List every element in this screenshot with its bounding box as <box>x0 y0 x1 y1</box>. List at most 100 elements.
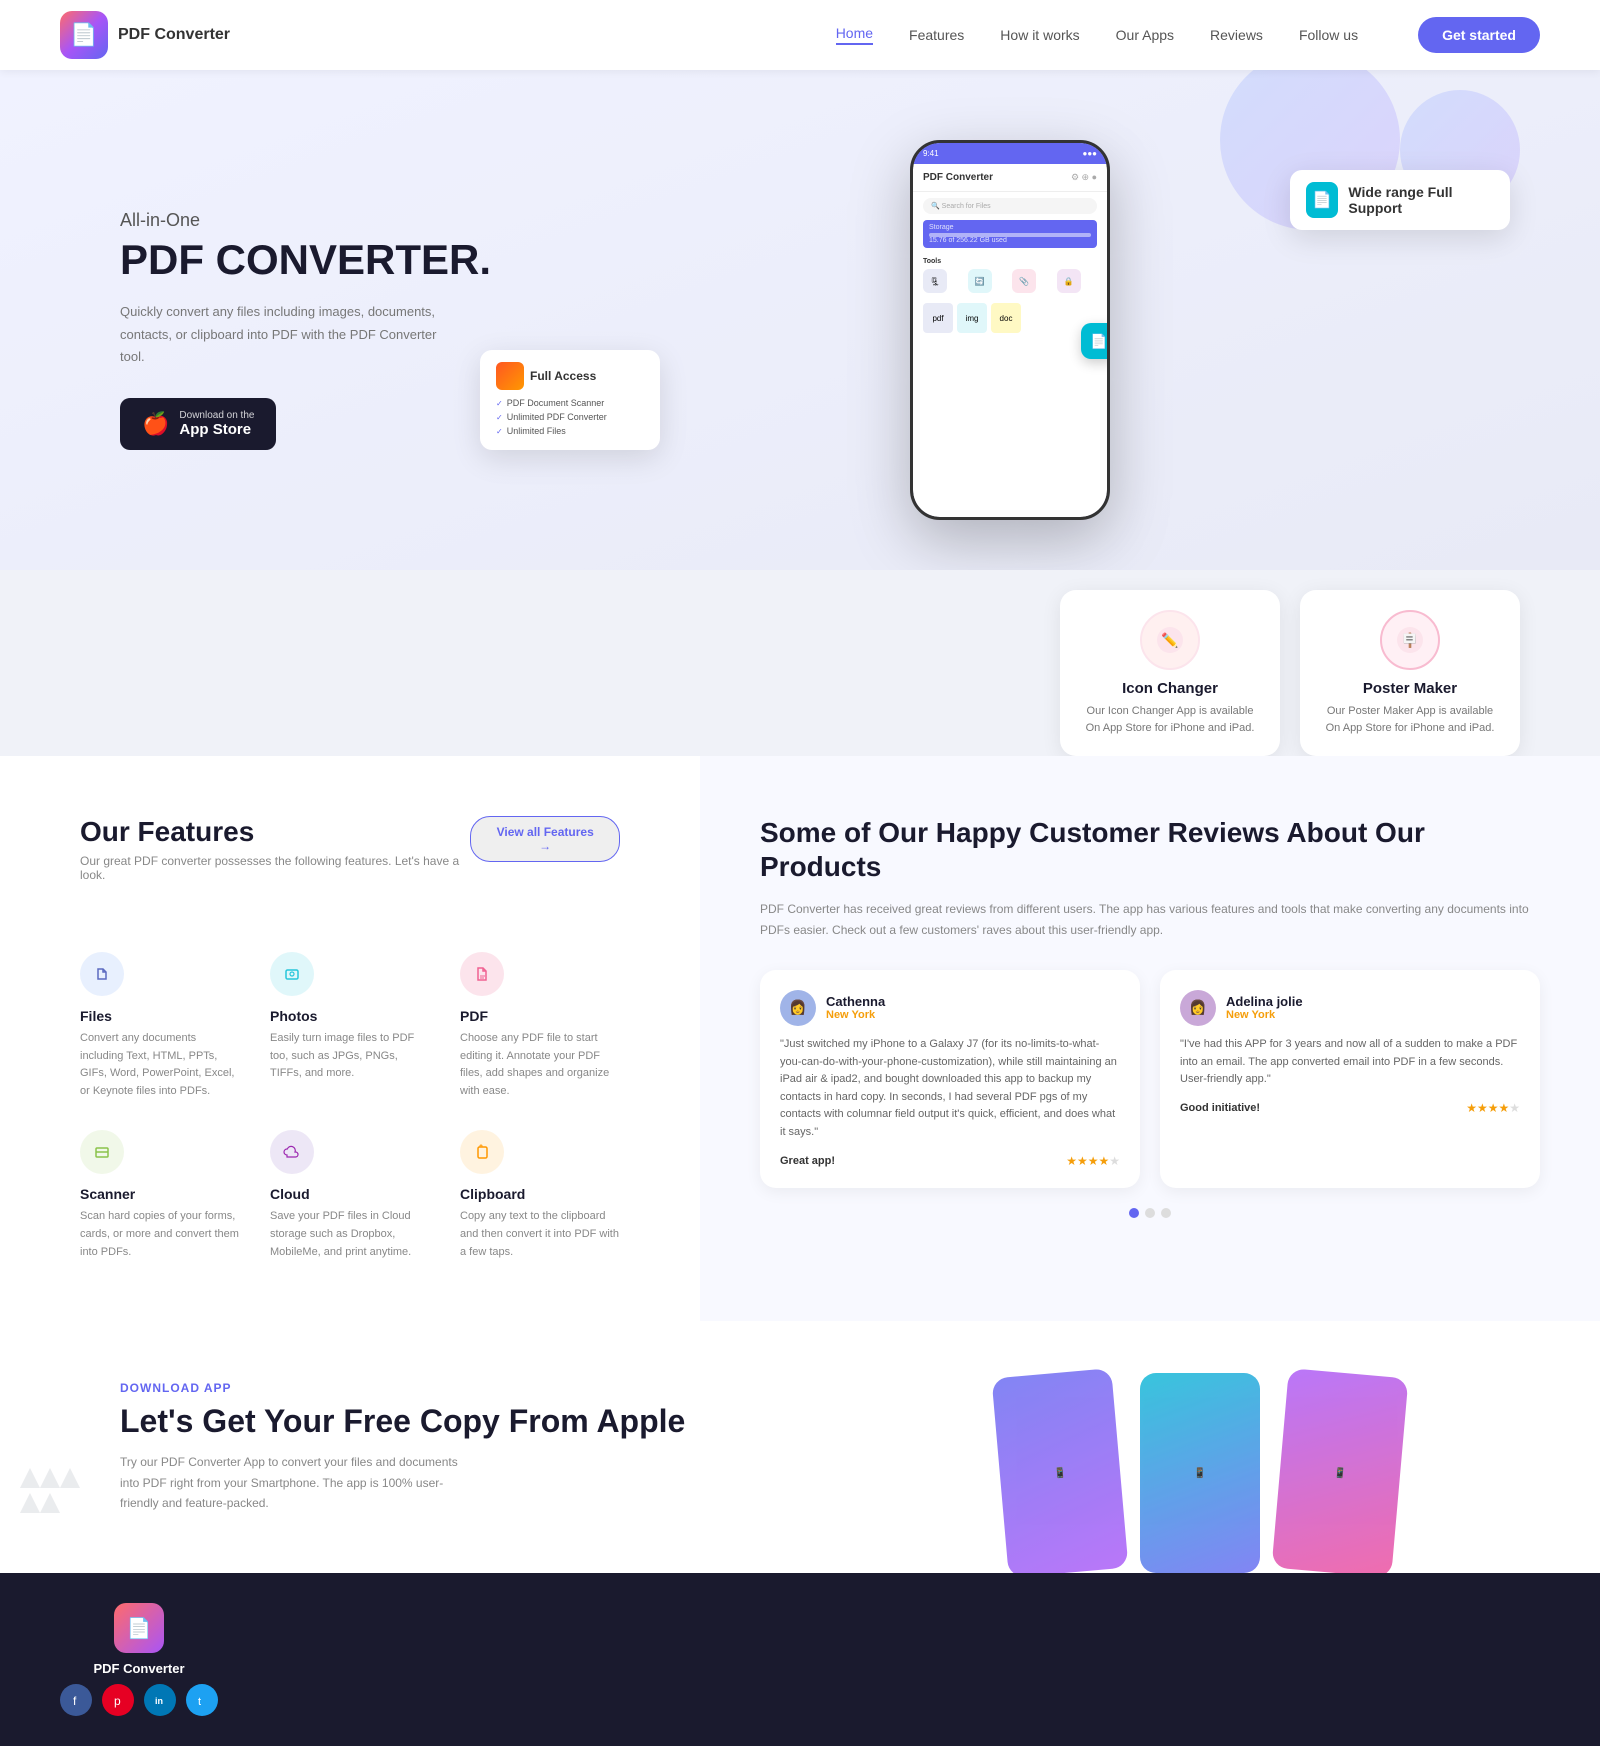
review-card-adelina: 👩 Adelina jolie New York "I've had this … <box>1160 970 1540 1188</box>
navigation: 📄 PDF Converter Home Features How it wor… <box>0 0 1600 70</box>
nav-link-home[interactable]: Home <box>836 25 873 45</box>
dot-1[interactable] <box>1129 1208 1139 1218</box>
phone-app-title: PDF Converter <box>923 172 993 183</box>
phone-icon-grid: 🗜 🔄 📎 🔒 <box>923 269 1097 293</box>
features-title-group: Our Features Our great PDF converter pos… <box>80 816 470 922</box>
poster-maker-icon: 🪧 <box>1380 610 1440 670</box>
download-phones: 📱 📱 📱 <box>1000 1373 1400 1573</box>
poster-maker-name: Poster Maker <box>1320 680 1500 697</box>
features-header: Our Features Our great PDF converter pos… <box>80 816 620 922</box>
phone-tools: Tools 🗜 🔄 📎 🔒 <box>913 252 1107 299</box>
download-content: DOWNLOAD APP Let's Get Your Free Copy Fr… <box>120 1381 685 1513</box>
svg-text:f: f <box>73 1694 77 1708</box>
icon-changer-name: Icon Changer <box>1080 680 1260 697</box>
dot-2[interactable] <box>1145 1208 1155 1218</box>
nav-link-apps[interactable]: Our Apps <box>1116 27 1174 43</box>
social-twitter[interactable]: t <box>186 1684 218 1716</box>
floating-wide-support: 📄 Wide range Full Support <box>1290 170 1510 230</box>
feature-photos: Photos Easily turn image files to PDF to… <box>270 952 430 1100</box>
feature-pdf-name: PDF <box>460 1008 620 1024</box>
phone-icon-lock: 🔒 <box>1057 269 1081 293</box>
reviewer-adelina-location: New York <box>1226 1009 1303 1021</box>
adelina-label: Good initiative! <box>1180 1102 1260 1114</box>
fa-item-1: ✓PDF Document Scanner <box>496 396 644 410</box>
feature-clipboard-icon <box>460 1130 504 1174</box>
reviews-grid: 👩 Cathenna New York "Just switched my iP… <box>760 970 1540 1188</box>
feature-scanner-icon <box>80 1130 124 1174</box>
floating-full-access: Full Access ✓PDF Document Scanner ✓Unlim… <box>480 350 660 450</box>
hero-content: All-in-One PDF CONVERTER. Quickly conver… <box>120 210 500 449</box>
review-card-cathenna: 👩 Cathenna New York "Just switched my iP… <box>760 970 1140 1188</box>
reviews-panel: Some of Our Happy Customer Reviews About… <box>700 756 1600 1321</box>
features-panel: Our Features Our great PDF converter pos… <box>0 756 700 1321</box>
nav-links: Home Features How it works Our Apps Revi… <box>836 17 1540 53</box>
phone-search-bar: 🔍 Search for Files <box>923 198 1097 214</box>
feature-photos-icon <box>270 952 314 996</box>
svg-text:p: p <box>114 1694 121 1708</box>
footer-logo-name: PDF Converter <box>93 1661 184 1676</box>
feature-cloud-desc: Save your PDF files in Cloud storage suc… <box>270 1208 430 1261</box>
poster-maker-desc: Our Poster Maker App is available On App… <box>1320 703 1500 736</box>
nav-logo: 📄 PDF Converter <box>60 11 230 59</box>
phone-icon-convert: 🔄 <box>968 269 992 293</box>
phone-file-2: img <box>957 303 987 333</box>
social-facebook[interactable]: f <box>60 1684 92 1716</box>
full-access-icon <box>496 362 524 390</box>
reviewer-cathenna-footer: Great app! ★★★★★ <box>780 1154 1120 1168</box>
reviews-title: Some of Our Happy Customer Reviews About… <box>760 816 1540 883</box>
feature-clipboard-desc: Copy any text to the clipboard and then … <box>460 1208 620 1261</box>
reviews-intro: PDF Converter has received great reviews… <box>760 899 1540 940</box>
reviewer-adelina-info: Adelina jolie New York <box>1226 994 1303 1021</box>
icon-changer-desc: Our Icon Changer App is available On App… <box>1080 703 1260 736</box>
phone-mockup: 9:41●●● PDF Converter ⚙ ⊕ ● 🔍 Search for… <box>910 140 1110 520</box>
phone-settings-icons: ⚙ ⊕ ● <box>1071 172 1097 183</box>
svg-text:t: t <box>198 1696 201 1708</box>
appstore-small: Download on the <box>179 410 254 421</box>
footer-logo-icon: 📄 <box>114 1603 164 1653</box>
phone-storage-bar: Storage 15.76 of 256.22 GB used <box>923 220 1097 248</box>
social-linkedin[interactable]: in <box>144 1684 176 1716</box>
view-all-features-button[interactable]: View all Features → <box>470 816 620 862</box>
footer-logo: 📄 PDF Converter f p in t <box>60 1603 218 1716</box>
fa-item-3: ✓Unlimited Files <box>496 424 644 438</box>
dot-3[interactable] <box>1161 1208 1171 1218</box>
cathenna-stars: ★★★★★ <box>1066 1154 1120 1168</box>
phone-status-bar: 9:41●●● <box>913 143 1107 164</box>
download-phone-2: 📱 <box>1140 1373 1260 1573</box>
features-subtitle: Our great PDF converter possesses the fo… <box>80 854 470 882</box>
svg-text:in: in <box>155 1696 163 1706</box>
download-label: DOWNLOAD APP <box>120 1381 685 1395</box>
nav-link-how[interactable]: How it works <box>1000 27 1079 43</box>
appstore-big: App Store <box>179 421 251 438</box>
feature-photos-name: Photos <box>270 1008 430 1024</box>
wide-support-text: Wide range Full Support <box>1348 184 1494 216</box>
adelina-stars: ★★★★★ <box>1466 1101 1520 1115</box>
feature-pdf-desc: Choose any PDF file to start editing it.… <box>460 1030 620 1100</box>
appstore-button[interactable]: 🍎 Download on the App Store <box>120 398 276 450</box>
hero-sub: All-in-One <box>120 210 500 231</box>
apple-icon: 🍎 <box>142 411 169 437</box>
social-pinterest[interactable]: p <box>102 1684 134 1716</box>
nav-link-follow[interactable]: Follow us <box>1299 27 1358 43</box>
features-title: Our Features <box>80 816 470 848</box>
phone-file-3: doc <box>991 303 1021 333</box>
phone-screen: 9:41●●● PDF Converter ⚙ ⊕ ● 🔍 Search for… <box>913 143 1107 517</box>
hero-desc: Quickly convert any files including imag… <box>120 301 440 367</box>
reviewer-cathenna-location: New York <box>826 1009 885 1021</box>
reviewer-adelina-avatar: 👩 <box>1180 990 1216 1026</box>
phone-file-grid: pdf img doc <box>923 303 1097 333</box>
feature-files: Files Convert any documents including Te… <box>80 952 240 1100</box>
get-started-button[interactable]: Get started <box>1418 17 1540 53</box>
nav-link-features[interactable]: Features <box>909 27 964 43</box>
reviewer-cathenna-text: "Just switched my iPhone to a Galaxy J7 … <box>780 1036 1120 1142</box>
nav-link-reviews[interactable]: Reviews <box>1210 27 1263 43</box>
reviewer-adelina-footer: Good initiative! ★★★★★ <box>1180 1101 1520 1115</box>
phone-file-1: pdf <box>923 303 953 333</box>
download-phone-3: 📱 <box>1272 1368 1409 1573</box>
main-content: Our Features Our great PDF converter pos… <box>0 756 1600 1321</box>
phone-tools-label: Tools <box>923 258 1097 265</box>
svg-text:✏️: ✏️ <box>1161 631 1178 649</box>
phone-app-header: PDF Converter ⚙ ⊕ ● <box>913 164 1107 192</box>
phone-floating-icon: 📄 <box>1081 323 1107 359</box>
feature-pdf-icon <box>460 952 504 996</box>
